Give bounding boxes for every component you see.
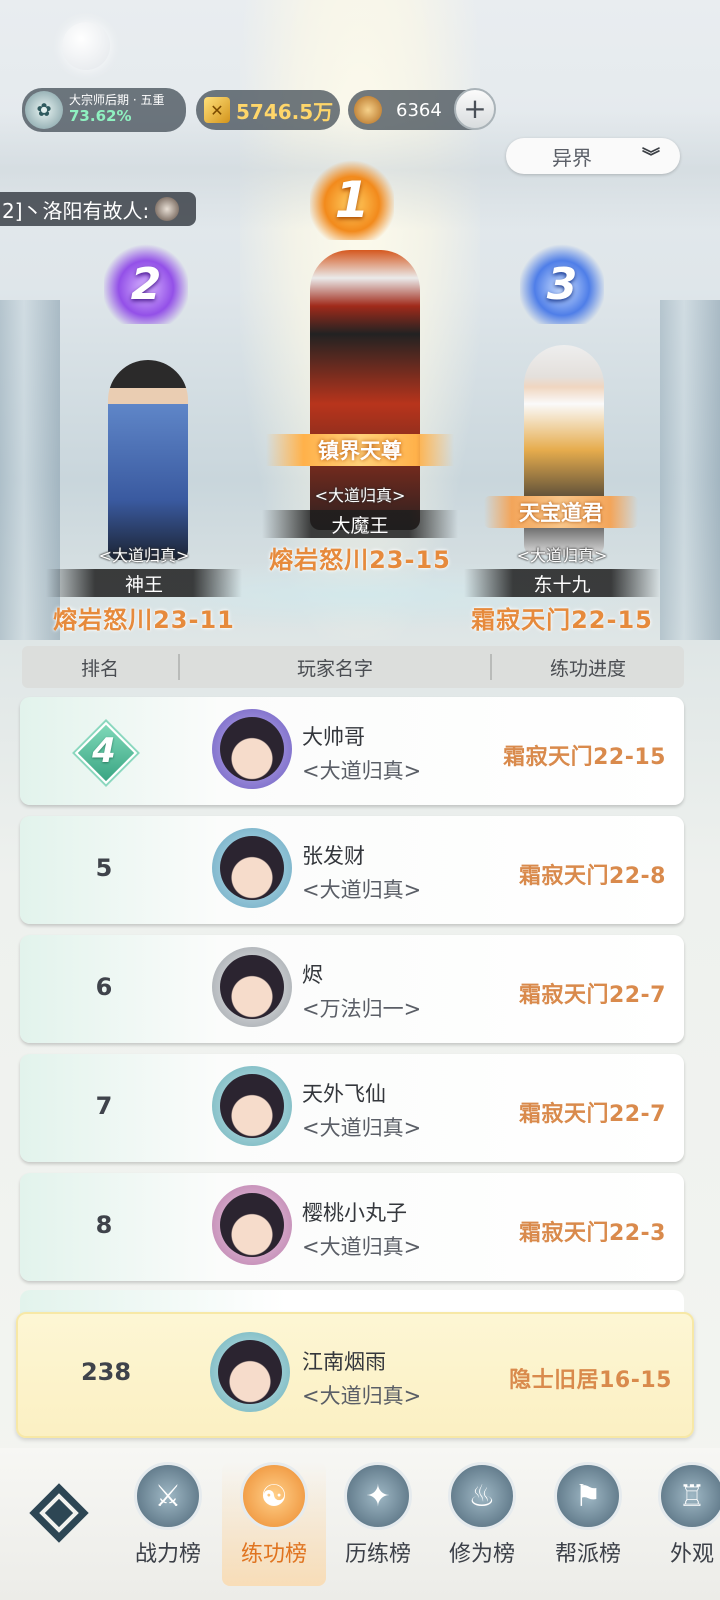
table-row[interactable]: 7 天外飞仙 <大道归真> 霜寂天门22-7: [20, 1054, 684, 1162]
notice-text: 2]丶洛阳有故人:: [2, 198, 150, 223]
tab-power-ranking[interactable]: ⚔ 战力榜: [116, 1462, 220, 1586]
my-name: 江南烟雨: [302, 1350, 386, 1374]
compass-icon: ✦: [344, 1462, 412, 1530]
rank-3-title-banner: 天宝道君: [484, 496, 638, 528]
tab-label: 帮派榜: [554, 1542, 621, 1567]
player-name: 樱桃小丸子: [302, 1201, 407, 1225]
player-realm: <大道归真>: [302, 1116, 422, 1140]
avatar[interactable]: [212, 1185, 292, 1265]
header-player-name: 玩家名字: [296, 657, 373, 680]
notice-avatar: [155, 197, 180, 221]
header-rank: 排名: [80, 657, 119, 680]
rank-3-progress: 霜寂天门22-15: [471, 606, 653, 634]
ranking-table-header: 排名 玩家名字 练功进度: [22, 646, 684, 688]
sword-icon: ⚔: [134, 1462, 202, 1530]
tab-training-ranking[interactable]: ☯ 练功榜: [222, 1462, 326, 1586]
rank-1-badge: 1: [310, 160, 394, 240]
player-progress: 霜寂天门22-8: [518, 864, 666, 889]
rank-2-character[interactable]: [108, 360, 188, 560]
gold-amount: 5746.5万: [236, 99, 334, 124]
jade-amount: 6364: [396, 99, 442, 121]
rank-1-title-banner: 镇界天尊: [266, 434, 454, 466]
rank-1-realm: <大道归真>: [314, 486, 406, 505]
player-realm: <大道归真>: [302, 759, 422, 783]
home-icon[interactable]: [24, 1478, 94, 1548]
player-name: 张发财: [302, 844, 365, 868]
gold-ingot-icon: ✕: [204, 97, 230, 123]
player-progress: 霜寂天门22-15: [503, 745, 666, 770]
table-row[interactable]: 8 樱桃小丸子 <大道归真> 霜寂天门22-3: [20, 1173, 684, 1281]
cultivation-rank-name: 大宗师后期 · 五重: [69, 93, 165, 108]
avatar[interactable]: [212, 1066, 292, 1146]
tab-label: 修为榜: [448, 1542, 515, 1567]
add-currency-button[interactable]: +: [454, 88, 496, 130]
tab-label: 历练榜: [344, 1542, 411, 1567]
cauldron-icon: ♨: [448, 1462, 516, 1530]
yin-yang-icon: ☯: [240, 1462, 308, 1530]
moon-decoration: [62, 22, 110, 70]
player-progress: 霜寂天门22-7: [518, 1102, 666, 1127]
tab-label: 外观: [669, 1542, 714, 1567]
tab-experience-ranking[interactable]: ✦ 历练榜: [326, 1462, 430, 1586]
my-progress: 隐士旧居16-15: [509, 1368, 672, 1393]
rank-1-name: 大魔王: [262, 510, 458, 538]
row-rank: 7: [95, 1092, 113, 1120]
player-name: 天外飞仙: [302, 1082, 386, 1106]
pillar-decoration: [660, 300, 720, 640]
tab-guild-ranking[interactable]: ⚑ 帮派榜: [536, 1462, 640, 1586]
player-realm: <大道归真>: [302, 1235, 422, 1259]
table-row[interactable]: 4 大帅哥 <大道归真> 霜寂天门22-15: [20, 697, 684, 805]
my-realm: <大道归真>: [302, 1384, 422, 1408]
player-progress: 霜寂天门22-3: [518, 1221, 666, 1246]
chevron-down-icon: ︾: [642, 147, 660, 168]
realm-dropdown[interactable]: 异界 ︾: [506, 138, 680, 174]
cultivation-rank-pill[interactable]: ✿ 大宗师后期 · 五重 73.62%: [22, 88, 186, 132]
avatar[interactable]: [212, 947, 292, 1027]
header-progress: 练功进度: [549, 657, 626, 680]
rank-2-badge: 2: [104, 244, 188, 324]
chat-notice-bar[interactable]: 2]丶洛阳有故人:: [0, 192, 196, 226]
realm-dropdown-value: 异界: [552, 145, 592, 170]
rank-3-badge: 3: [520, 244, 604, 324]
table-row[interactable]: 6 烬 <万法归一> 霜寂天门22-7: [20, 935, 684, 1043]
my-rank: 238: [80, 1358, 132, 1386]
gold-currency-pill[interactable]: ✕ 5746.5万: [196, 90, 340, 130]
jade-coin-icon: [354, 96, 382, 124]
player-realm: <万法归一>: [302, 997, 422, 1021]
avatar[interactable]: [212, 709, 292, 789]
banner-icon: ⚑: [554, 1462, 622, 1530]
player-realm: <大道归真>: [302, 878, 422, 902]
tab-label: 练功榜: [240, 1542, 307, 1567]
rank-3-name: 东十九: [464, 569, 660, 597]
player-name: 烬: [302, 963, 323, 987]
rank-4-badge: 4: [74, 721, 138, 785]
my-avatar[interactable]: [210, 1332, 290, 1412]
my-ranking-row[interactable]: 238 江南烟雨 <大道归真> 隐士旧居16-15: [16, 1312, 694, 1438]
lotus-icon: ✿: [25, 91, 63, 129]
rank-1-progress: 熔岩怒川23-15: [269, 546, 451, 574]
tab-appearance-ranking[interactable]: ♖ 外观: [640, 1462, 720, 1586]
row-rank: 8: [95, 1211, 113, 1239]
cultivation-percent: 73.62%: [69, 107, 132, 126]
rank-2-progress: 熔岩怒川23-11: [53, 606, 235, 634]
player-name: 大帅哥: [302, 725, 365, 749]
row-rank: 6: [95, 973, 113, 1001]
player-progress: 霜寂天门22-7: [518, 983, 666, 1008]
rank-3-realm: <大道归真>: [516, 546, 608, 565]
table-row[interactable]: 5 张发财 <大道归真> 霜寂天门22-8: [20, 816, 684, 924]
row-rank: 5: [95, 854, 113, 882]
rank-2-name: 神王: [46, 569, 242, 597]
robe-icon: ♖: [658, 1462, 720, 1530]
rank-2-realm: <大道归真>: [98, 546, 190, 565]
row-rank: 4: [92, 731, 116, 771]
avatar[interactable]: [212, 828, 292, 908]
tab-label: 战力榜: [134, 1542, 201, 1567]
tab-cultivation-ranking[interactable]: ♨ 修为榜: [430, 1462, 534, 1586]
